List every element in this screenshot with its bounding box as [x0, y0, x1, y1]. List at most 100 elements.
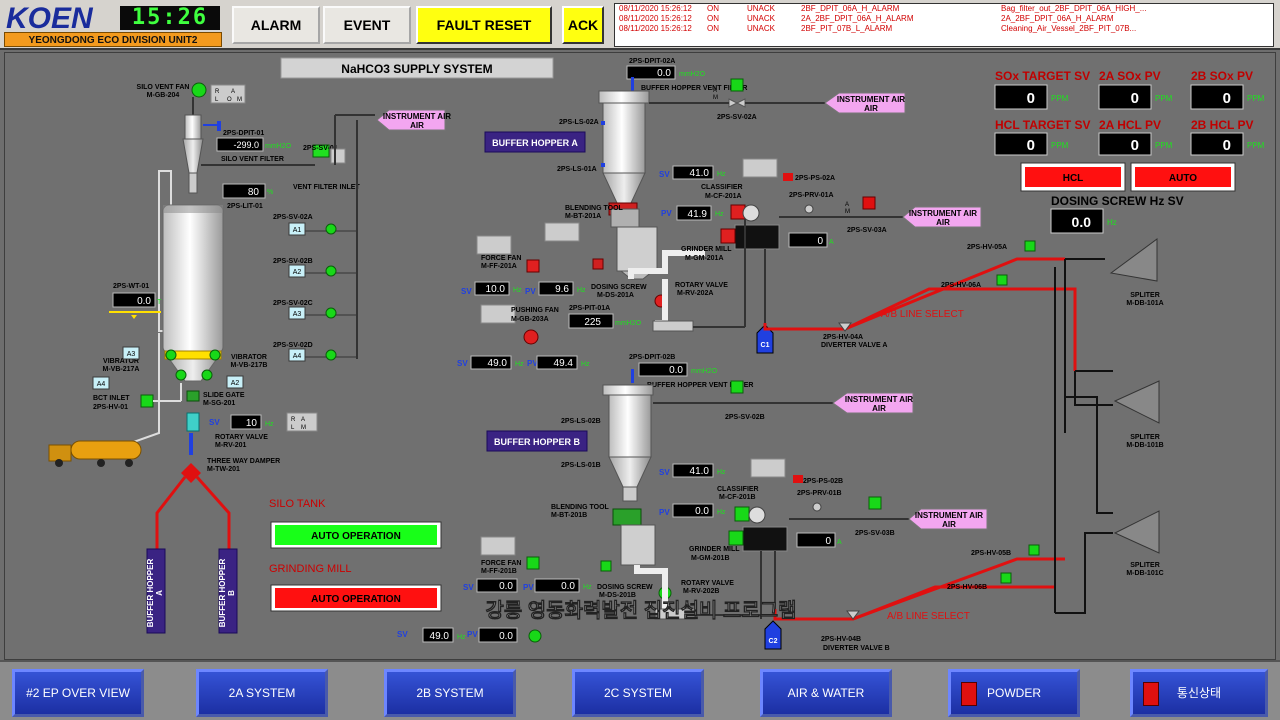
svg-text:BLENDING TOOL: BLENDING TOOL — [565, 205, 624, 212]
svg-text:B: B — [227, 590, 236, 596]
nav-comm-status[interactable]: 통신상태 — [1130, 669, 1268, 717]
program-caption: 강릉 영동화력발전 집진설비 프로그램 — [485, 599, 796, 622]
svg-text:INSTRUMENT AIR: INSTRUMENT AIR — [837, 95, 905, 104]
pushing-fan-ram-indicator[interactable] — [480, 304, 516, 324]
svg-text:M-BT-201A: M-BT-201A — [565, 213, 601, 220]
alarm-log[interactable]: 08/11/2020 15:26:12 ON UNACK 2BF_DPIT_06A_H… — [614, 3, 1274, 47]
hv-06a-indicator[interactable] — [996, 274, 1008, 286]
svg-text:VENT FILTER INLET: VENT FILTER INLET — [293, 184, 360, 191]
sv-03b-indicator[interactable] — [868, 496, 882, 510]
hv01-valve-icon[interactable] — [140, 394, 154, 408]
svg-text:BUFFER HOPPER A: BUFFER HOPPER A — [492, 138, 578, 148]
classifier-b-ram-indicator[interactable] — [750, 458, 786, 478]
blending-b-icon[interactable] — [612, 508, 642, 526]
alarm-button[interactable]: ALARM — [232, 6, 320, 44]
svg-text:Hz: Hz — [513, 287, 522, 294]
svg-text:Hz: Hz — [515, 361, 524, 368]
force-fan-b-ram-indicator[interactable] — [480, 536, 516, 556]
nav-2a-system[interactable]: 2A SYSTEM — [196, 669, 328, 717]
sv02c-valve-icon[interactable] — [325, 307, 337, 319]
blending-ram-indicator[interactable] — [544, 222, 580, 242]
svg-text:BUFFER HOPPER: BUFFER HOPPER — [218, 559, 227, 628]
sv02b-valve-icon[interactable] — [325, 265, 337, 277]
svg-text:ROTARY VALVE: ROTARY VALVE — [681, 580, 734, 587]
svg-text:2PS-PRV-01A: 2PS-PRV-01A — [789, 192, 834, 199]
svg-text:Hz: Hz — [717, 469, 726, 476]
svg-text:mmH2O: mmH2O — [265, 143, 292, 150]
svg-text:M: M — [237, 97, 242, 103]
svg-text:0: 0 — [817, 236, 823, 247]
rotary-valve-icon[interactable] — [186, 412, 200, 432]
silo-vent-fan-icon[interactable] — [191, 82, 207, 98]
svg-text:2PS-HV-04A: 2PS-HV-04A — [823, 334, 863, 341]
svg-text:M-GB-203A: M-GB-203A — [511, 316, 549, 323]
svg-text:AIR: AIR — [942, 520, 956, 529]
sv-03a-indicator[interactable] — [862, 196, 876, 210]
svg-text:SV: SV — [659, 170, 670, 179]
svg-text:AUTO OPERATION: AUTO OPERATION — [311, 531, 401, 542]
svg-text:2PS-LS-02A: 2PS-LS-02A — [559, 119, 599, 126]
svg-text:BLENDING TOOL: BLENDING TOOL — [551, 504, 610, 511]
ack-button[interactable]: ACK — [562, 6, 604, 44]
sv02a-valve-icon[interactable] — [325, 223, 337, 235]
svg-text:0: 0 — [1131, 90, 1139, 107]
vibrator-b-icon[interactable] — [201, 369, 213, 381]
nav-ep-overview[interactable]: #2 EP OVER VIEW — [12, 669, 144, 717]
nav-powder[interactable]: POWDER — [948, 669, 1080, 717]
svg-text:AUTO: AUTO — [1169, 173, 1197, 184]
hv-05a-indicator[interactable] — [1024, 240, 1036, 252]
svg-text:2PS-SV-03B: 2PS-SV-03B — [855, 530, 895, 537]
svg-text:%: % — [267, 189, 273, 196]
classifier-b-motor-icon[interactable] — [734, 506, 750, 522]
svg-text:A1: A1 — [293, 227, 302, 234]
koen-logo: KOEN — [6, 2, 94, 32]
svg-text:M-CF-201B: M-CF-201B — [719, 494, 756, 501]
svg-text:2PS-LIT-01: 2PS-LIT-01 — [227, 203, 263, 210]
silo-tank — [162, 204, 224, 354]
force-fan-b-icon[interactable] — [526, 556, 540, 570]
svg-text:INSTRUMENT AIR: INSTRUMENT AIR — [909, 209, 977, 218]
svg-text:O: O — [227, 97, 232, 103]
nav-2c-system[interactable]: 2C SYSTEM — [572, 669, 704, 717]
svg-text:SV: SV — [463, 583, 474, 592]
svg-text:10.0: 10.0 — [486, 284, 506, 295]
sox-2a-display — [1098, 84, 1152, 110]
event-button[interactable]: EVENT — [323, 6, 411, 44]
svg-text:2PS-HV-04B: 2PS-HV-04B — [821, 636, 861, 643]
svg-text:-299.0: -299.0 — [233, 140, 259, 150]
svg-text:2A SOx PV: 2A SOx PV — [1099, 69, 1161, 83]
classifier-ram-indicator[interactable] — [742, 158, 778, 178]
sv-02b-indicator[interactable] — [730, 380, 744, 394]
sv02d-valve-icon[interactable] — [325, 349, 337, 361]
svg-text:0.0: 0.0 — [695, 506, 709, 517]
hcl-target-input[interactable] — [994, 132, 1048, 156]
svg-text:M-GM-201B: M-GM-201B — [691, 555, 730, 562]
logo-text: KOEN — [6, 2, 94, 32]
svg-text:0.0: 0.0 — [137, 296, 151, 307]
pushing-fan-a-icon[interactable] — [523, 329, 539, 345]
alarm-row[interactable]: 08/11/2020 15:26:12 ON UNACK 2BF_PIT_07B_L_… — [615, 24, 1273, 34]
pushing-fan-b-icon[interactable] — [528, 629, 542, 643]
svg-text:SV: SV — [457, 359, 468, 368]
sv-02a-indicator[interactable] — [730, 78, 744, 92]
vibrator-a-icon[interactable] — [175, 369, 187, 381]
svg-text:A3: A3 — [127, 351, 136, 358]
alarm-row[interactable]: 08/11/2020 15:26:12 ON UNACK 2A_2BF_DPIT_06… — [615, 14, 1273, 24]
tanker-truck-icon — [48, 440, 142, 467]
force-fan-ram-indicator[interactable] — [476, 235, 512, 255]
svg-text:A4: A4 — [97, 381, 106, 388]
svg-text:41.0: 41.0 — [690, 168, 710, 179]
hv-06b-indicator[interactable] — [1000, 572, 1012, 584]
force-fan-a-icon[interactable] — [526, 259, 540, 273]
nav-2b-system[interactable]: 2B SYSTEM — [384, 669, 516, 717]
hv-05b-indicator[interactable] — [1028, 544, 1040, 556]
splitter-c-icon — [1113, 510, 1160, 554]
svg-text:SV: SV — [209, 418, 220, 427]
svg-text:M-GB-204: M-GB-204 — [147, 92, 180, 99]
svg-text:PPM: PPM — [1247, 94, 1265, 103]
svg-text:C2: C2 — [769, 638, 778, 645]
nav-air-water[interactable]: AIR & WATER — [760, 669, 892, 717]
alarm-row[interactable]: 08/11/2020 15:26:12 ON UNACK 2BF_DPIT_06A_H… — [615, 4, 1273, 14]
fault-reset-button[interactable]: FAULT RESET — [416, 6, 552, 44]
sox-target-input[interactable] — [994, 84, 1048, 110]
